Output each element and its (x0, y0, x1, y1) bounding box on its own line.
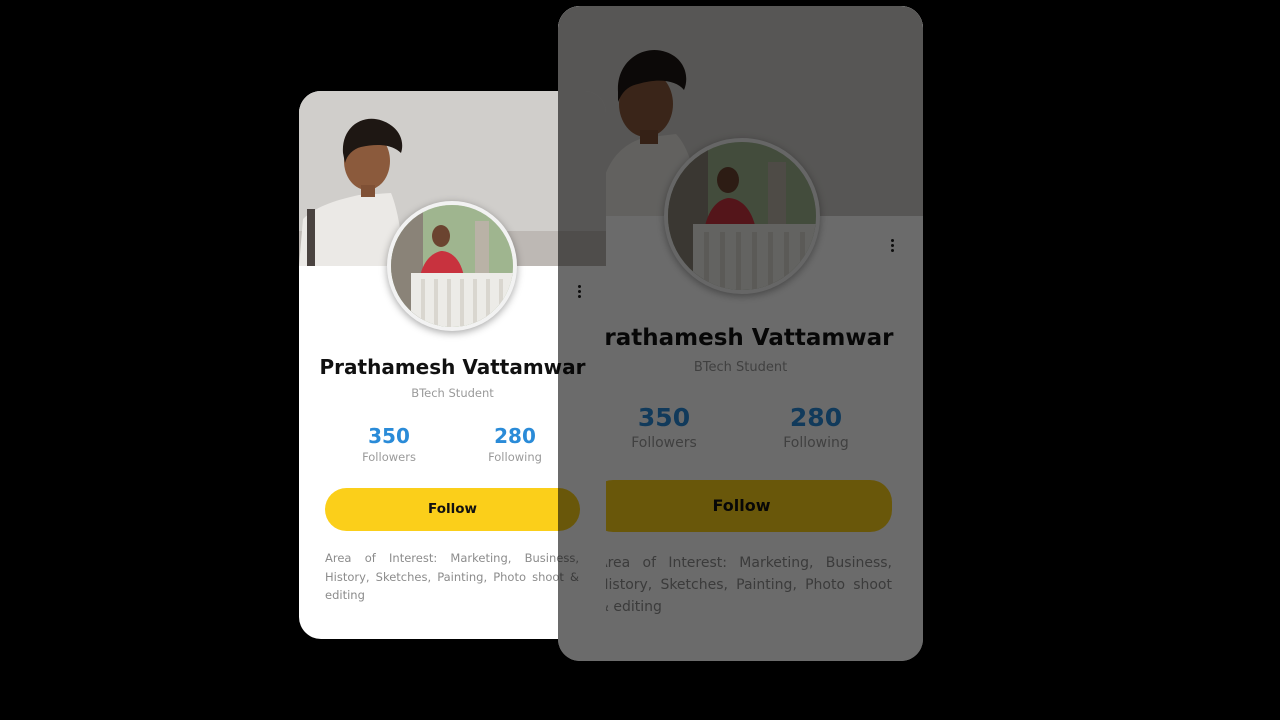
follow-button[interactable]: Follow (325, 488, 580, 531)
following-count: 280 (494, 424, 536, 448)
more-vertical-icon[interactable] (889, 239, 895, 254)
more-vertical-icon[interactable] (576, 285, 582, 300)
avatar-photo (668, 142, 816, 290)
followers-label: Followers (362, 450, 416, 464)
follow-button[interactable]: Follow (591, 480, 892, 532)
following-stat[interactable]: 280 Following (756, 403, 876, 451)
profile-name: Prathamesh Vattamwar (319, 355, 586, 379)
profile-role: BTech Student (693, 360, 788, 375)
followers-label: Followers (631, 435, 697, 451)
following-label: Following (488, 450, 542, 464)
interests-text: Area of Interest: Marketing, Business, H… (325, 551, 579, 602)
followers-count: 350 (637, 403, 691, 432)
followers-count: 350 (368, 424, 410, 448)
avatar (664, 138, 820, 294)
following-label: Following (783, 435, 849, 451)
avatar (387, 201, 517, 331)
followers-stat[interactable]: 350 Followers (604, 403, 724, 451)
following-stat[interactable]: 280 Following (465, 424, 565, 464)
profile-card-background: Prathamesh Vattamwar BTech Student 350 F… (558, 6, 923, 661)
profile-role: BTech Student (411, 386, 494, 400)
profile-card: Prathamesh Vattamwar BTech Student 350 F… (299, 91, 606, 639)
following-count: 280 (789, 403, 843, 432)
avatar-photo (391, 205, 513, 327)
profile-name: Prathamesh Vattamwar (587, 325, 894, 351)
interests-text: Area of Interest: Marketing, Business, H… (598, 555, 892, 615)
followers-stat[interactable]: 350 Followers (339, 424, 439, 464)
